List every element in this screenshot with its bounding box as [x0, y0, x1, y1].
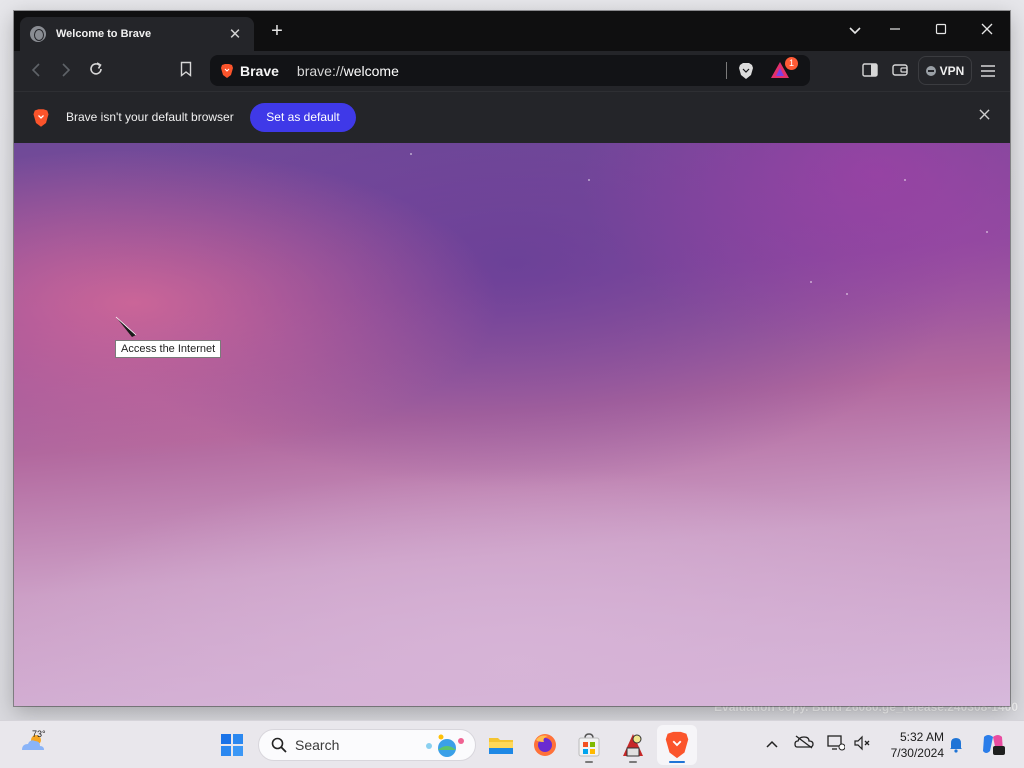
tab-close-button[interactable]: ✕: [226, 25, 244, 43]
hamburger-menu-icon: [981, 65, 995, 77]
onedrive-tray[interactable]: [794, 735, 814, 755]
bookmark-icon: [180, 61, 192, 77]
set-as-default-button[interactable]: Set as default: [250, 103, 356, 132]
sidebar-button[interactable]: [858, 59, 882, 83]
system-clock[interactable]: 5:32 AM 7/30/2024: [880, 729, 944, 761]
volume-tray[interactable]: [852, 735, 872, 755]
main-menu-button[interactable]: [976, 59, 1000, 83]
browser-window: Welcome to Brave ✕ + Brave brave://welco…: [14, 11, 1010, 706]
url-text[interactable]: brave://welcome: [297, 63, 399, 79]
taskbar-search-box[interactable]: Search: [258, 729, 476, 761]
weather-temperature: 73°: [32, 729, 46, 739]
folder-icon: [489, 738, 513, 754]
brave-rewards-button[interactable]: 1: [770, 57, 798, 81]
windows-start-icon[interactable]: [220, 733, 244, 757]
star-dot: [588, 179, 590, 181]
url-host: welcome: [343, 62, 399, 79]
new-tab-button[interactable]: +: [264, 19, 290, 45]
close-icon: [978, 109, 990, 120]
default-browser-infobar: Brave isn't your default browser Set as …: [14, 91, 1010, 143]
running-indicator: [629, 761, 637, 763]
vpn-label: VPN: [939, 63, 965, 78]
show-hidden-icons-button[interactable]: [762, 735, 782, 755]
url-prefix: brave://: [296, 62, 344, 79]
star-dot: [810, 281, 812, 283]
copilot-icon: [983, 735, 1005, 755]
globe-icon: [30, 26, 46, 42]
reload-icon: [90, 62, 102, 75]
minimize-icon: [890, 28, 900, 30]
search-highlight-icon: [426, 734, 464, 757]
reload-button[interactable]: [84, 59, 108, 83]
firefox-app[interactable]: [530, 730, 560, 760]
star-dot: [410, 153, 412, 155]
running-indicator: [585, 761, 593, 763]
clock-date: 7/30/2024: [890, 746, 944, 760]
omnibox-brand-label: Brave: [240, 62, 279, 79]
search-icon: [271, 737, 287, 753]
close-window-button[interactable]: [972, 19, 1002, 43]
weather-widget[interactable]: 73°: [18, 729, 50, 760]
sidebar-icon: [862, 63, 878, 77]
star-dot: [904, 179, 906, 181]
chevron-down-icon: [849, 27, 861, 35]
network-display-icon: [827, 735, 846, 751]
notifications-button[interactable]: [946, 735, 966, 755]
chevron-up-icon: [766, 740, 778, 748]
rewards-badge: 1: [785, 57, 798, 70]
store-icon: [578, 733, 600, 757]
brave-lion-icon: [665, 731, 689, 759]
infobar-close-button[interactable]: [974, 106, 994, 126]
wallet-button[interactable]: [888, 59, 912, 83]
network-tray[interactable]: [826, 735, 846, 755]
infobar-message: Brave isn't your default browser: [66, 110, 234, 124]
mouse-cursor-icon: [115, 316, 137, 337]
tab-welcome[interactable]: Welcome to Brave ✕: [20, 17, 254, 51]
bell-icon: [950, 738, 962, 753]
omnibox-divider: [726, 62, 727, 79]
star-dot: [846, 293, 848, 295]
welcome-page-background: Access the Internet: [14, 143, 1010, 706]
brave-lion-icon: [221, 63, 233, 78]
microsoft-store-app[interactable]: [574, 730, 604, 763]
active-running-indicator: [669, 761, 685, 763]
brave-lion-icon: [33, 109, 49, 127]
taskbar: 73° Search 5:32 AM 7/30/2024: [0, 720, 1024, 768]
forward-arrow-icon: [62, 63, 71, 77]
forward-button[interactable]: [54, 59, 78, 83]
cloud-offline-icon: [794, 735, 814, 749]
back-arrow-icon: [31, 63, 40, 77]
setup-app[interactable]: [618, 730, 648, 763]
search-label: Search: [295, 737, 340, 753]
installer-icon: [623, 734, 643, 757]
brave-app[interactable]: [662, 730, 692, 763]
back-button[interactable]: [24, 59, 48, 83]
close-icon: [981, 23, 993, 35]
clock-time: 5:32 AM: [899, 730, 944, 744]
minimize-button[interactable]: [880, 19, 910, 43]
address-bar[interactable]: Brave brave://welcome 1: [210, 55, 810, 86]
tab-title: Welcome to Brave: [56, 28, 152, 40]
network-tooltip: Access the Internet: [115, 340, 222, 358]
tab-search-button[interactable]: [840, 19, 870, 43]
firefox-icon: [534, 734, 556, 756]
vpn-button[interactable]: VPN: [918, 56, 972, 85]
star-dot: [986, 231, 988, 233]
maximize-icon: [935, 23, 947, 35]
speaker-muted-icon: [854, 735, 870, 751]
wallet-icon: [892, 64, 908, 76]
maximize-button[interactable]: [926, 19, 956, 43]
brave-shields-icon[interactable]: [738, 62, 754, 80]
vpn-status-icon: [925, 65, 936, 76]
title-bar: Welcome to Brave ✕ +: [14, 11, 1010, 51]
file-explorer-app[interactable]: [486, 730, 516, 760]
copilot-button[interactable]: [980, 731, 1006, 757]
navigation-toolbar: Brave brave://welcome 1 VPN: [14, 51, 1010, 91]
bookmark-button[interactable]: [174, 59, 198, 83]
